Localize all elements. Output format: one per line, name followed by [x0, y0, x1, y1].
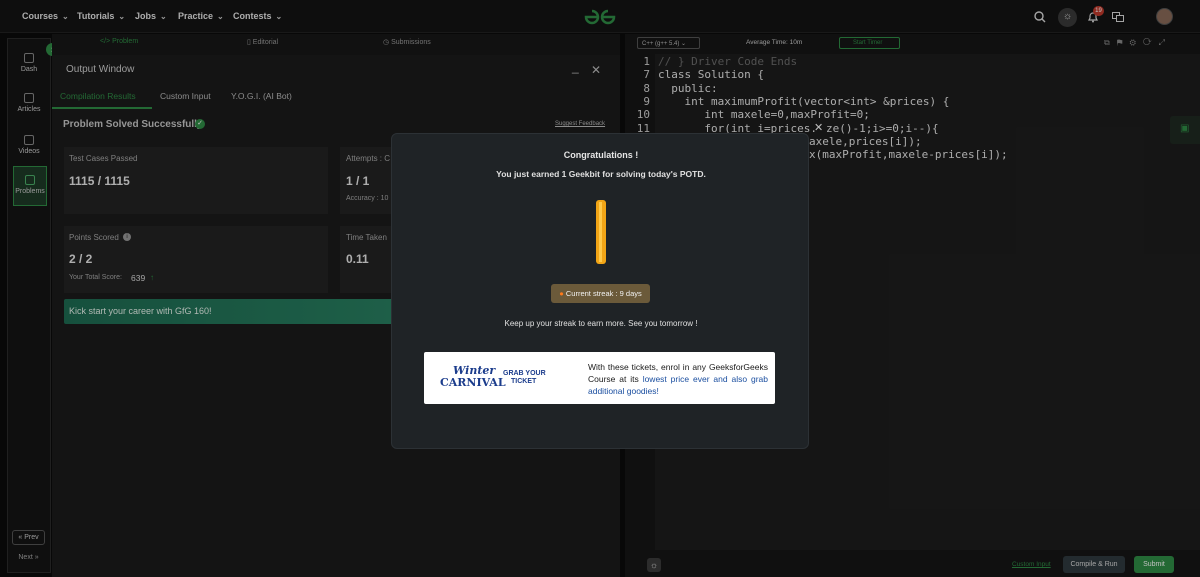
banner-text: With these tickets, enrol in any Geeksfo… — [588, 361, 768, 397]
streak-badge: ● Current streak : 9 days — [551, 284, 650, 303]
modal-subtitle: You just earned 1 Geekbit for solving to… — [496, 169, 706, 179]
banner-grab-2: TICKET — [511, 378, 537, 385]
modal-title: Congratulations ! — [563, 150, 639, 160]
streak-text: Current streak : 9 days — [565, 289, 642, 298]
keep-streak-text: Keep up your streak to earn more. See yo… — [504, 319, 698, 328]
banner-logo-carnival: CARNIVAL — [440, 376, 506, 389]
banner-grab-1: GRAB YOUR — [503, 370, 546, 377]
geekbit-coin-icon — [596, 200, 606, 264]
winter-carnival-banner[interactable]: Winter CARNIVAL GRAB YOUR TICKET With th… — [424, 352, 775, 404]
flame-icon: ● — [559, 289, 564, 298]
